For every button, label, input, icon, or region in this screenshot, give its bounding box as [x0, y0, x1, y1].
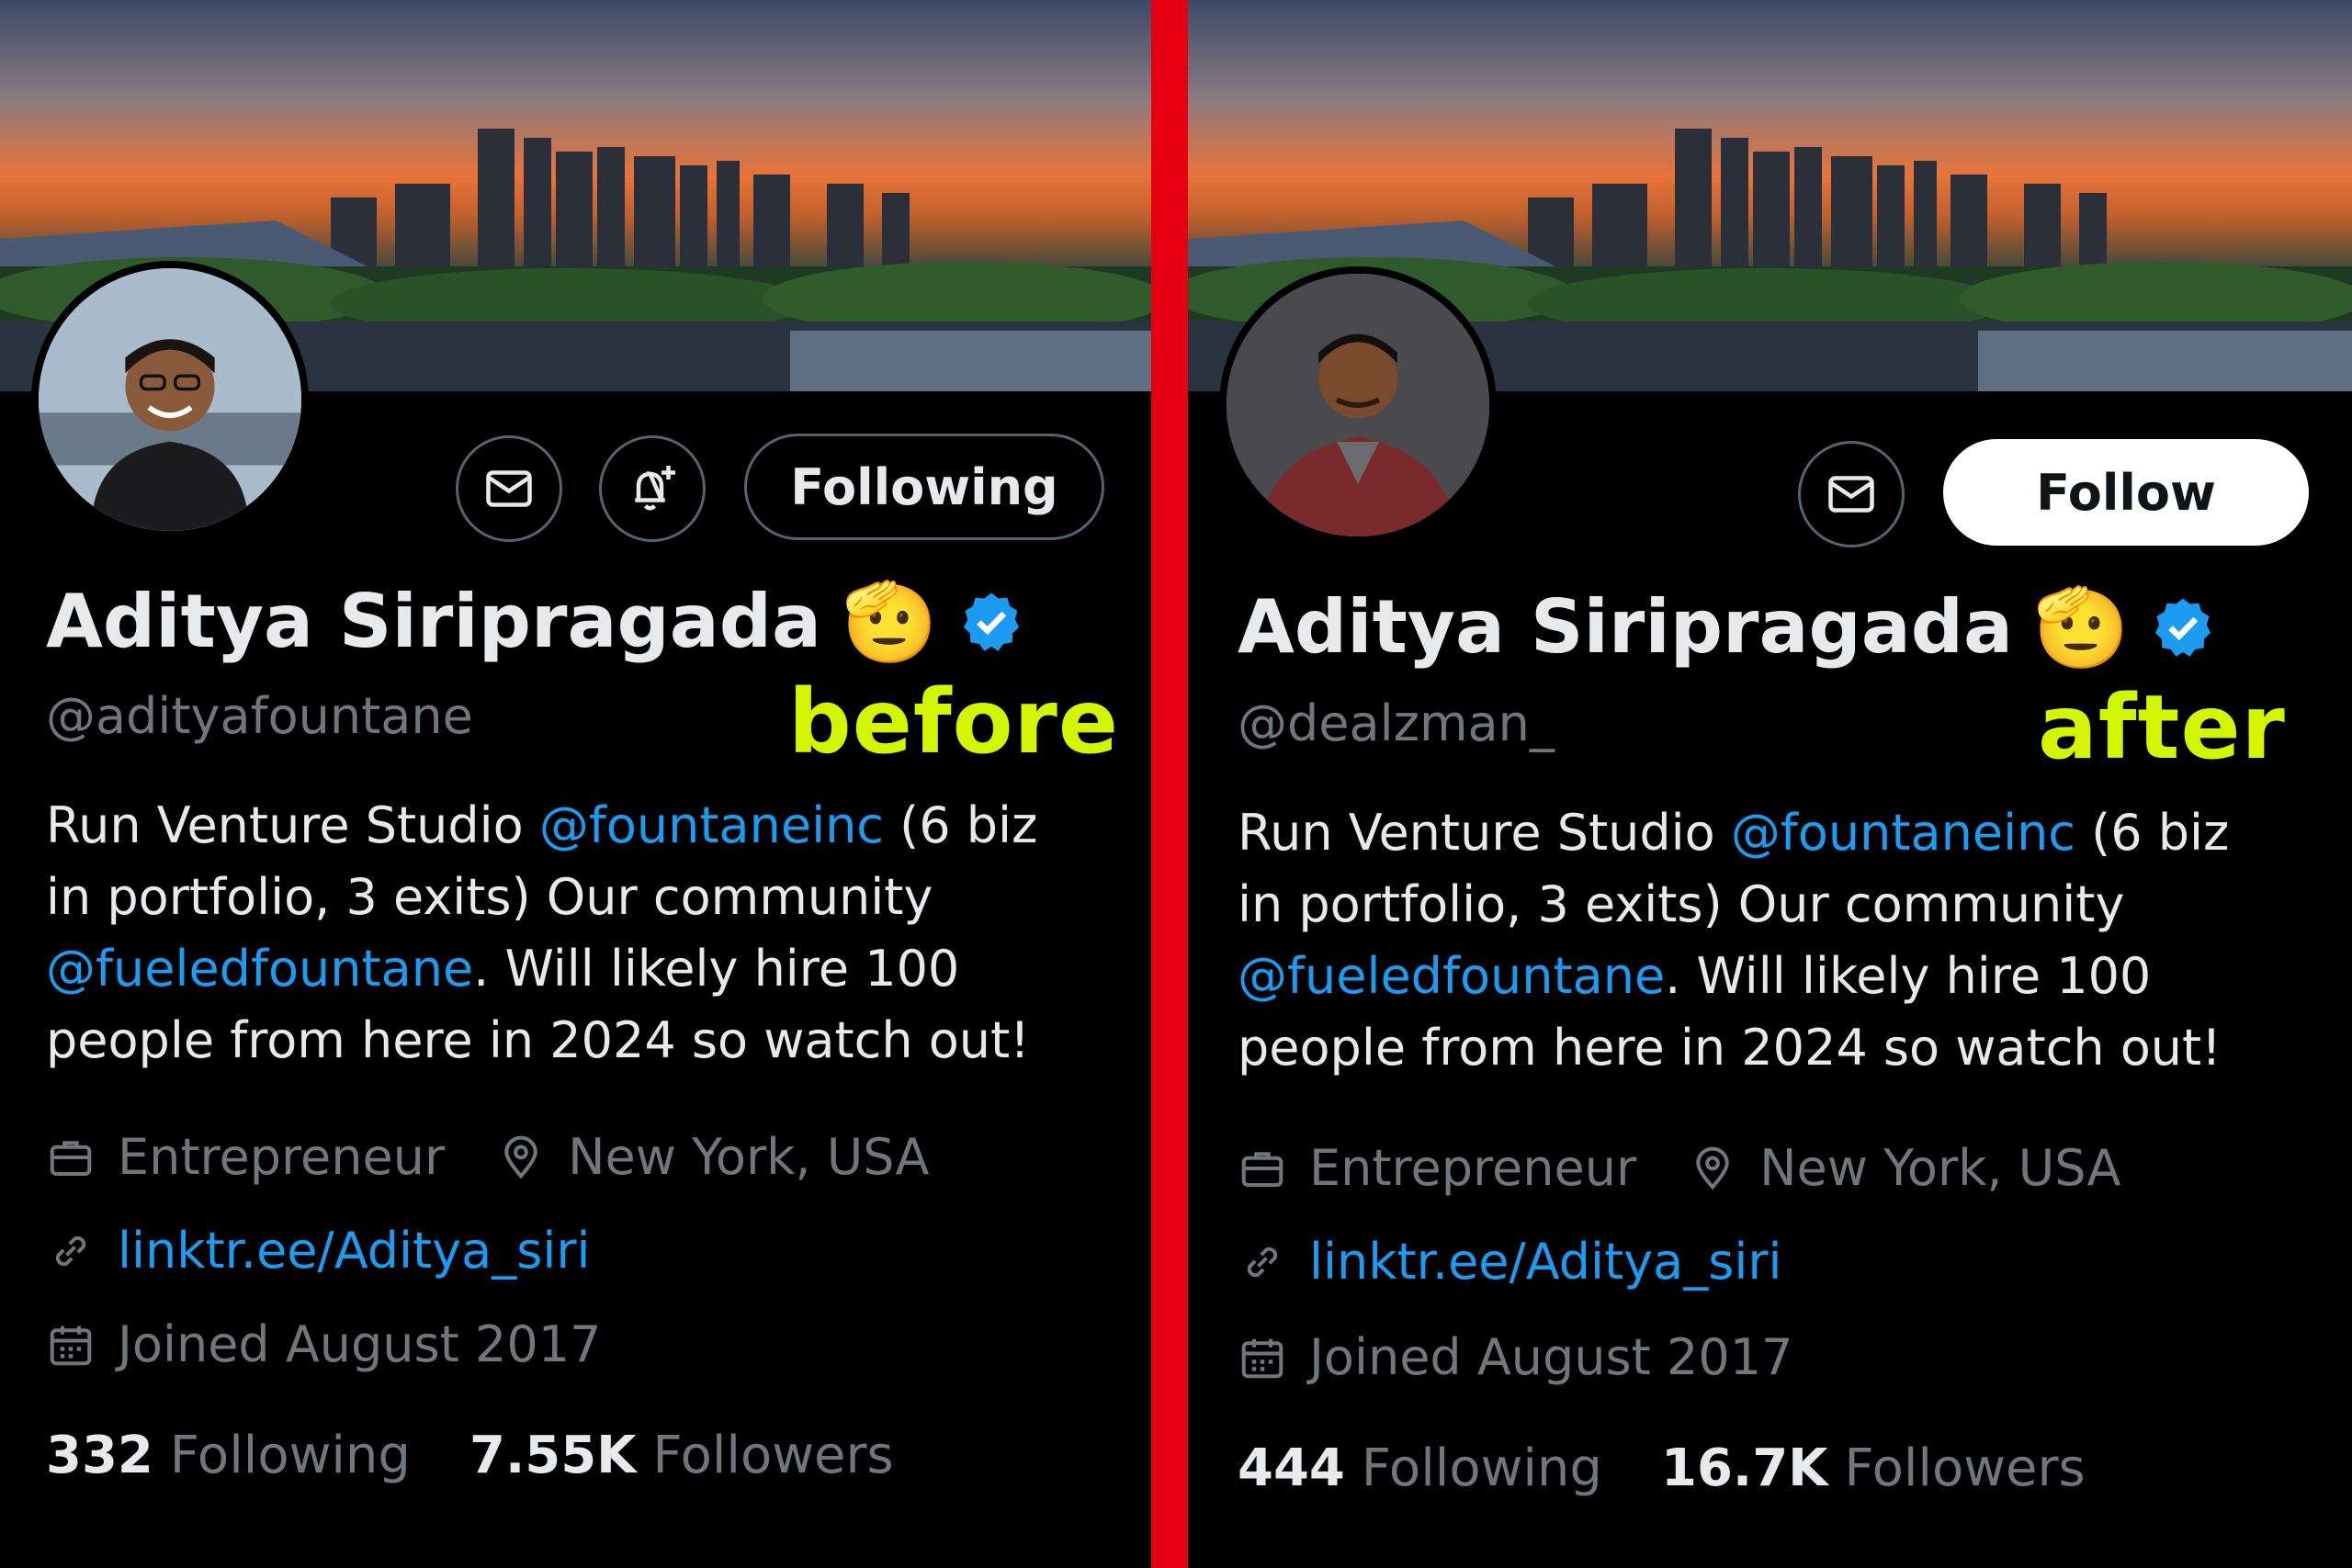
- before-label: before: [788, 671, 1119, 773]
- mention-link[interactable]: @fueledfountane: [46, 940, 473, 998]
- briefcase-icon: [50, 1140, 92, 1176]
- location: New York, USA: [568, 1128, 930, 1186]
- location-pin-icon: [1696, 1146, 1729, 1190]
- display-name-text: Aditya Siripragada: [46, 579, 821, 664]
- salute-emoji: 🫡: [2032, 581, 2130, 672]
- follow-stats: 332 Following 7.55K Followers: [46, 1426, 894, 1485]
- follow-button[interactable]: Follow: [1943, 439, 2309, 546]
- following-stat[interactable]: 332 Following: [46, 1426, 411, 1485]
- notify-button[interactable]: [599, 435, 706, 542]
- calendar-icon: [50, 1325, 92, 1365]
- website-row: linktr.ee/Aditya_siri: [46, 1222, 591, 1280]
- joined-row: Joined August 2017: [1238, 1328, 1792, 1386]
- display-name: Aditya Siripragada 🫡: [46, 579, 1024, 664]
- followers-stat[interactable]: 16.7K Followers: [1661, 1438, 2086, 1498]
- verified-badge-icon: [2150, 594, 2216, 660]
- handle: @adityafountane: [46, 687, 473, 745]
- website-link[interactable]: linktr.ee/Aditya_siri: [118, 1222, 591, 1280]
- mail-icon: [1828, 476, 1874, 513]
- briefcase-icon: [1241, 1151, 1283, 1187]
- bell-plus-icon: [635, 466, 675, 511]
- location-pin-icon: [504, 1135, 537, 1179]
- avatar[interactable]: [31, 261, 309, 538]
- website-row: linktr.ee/Aditya_siri: [1238, 1233, 1782, 1291]
- bio: Run Venture Studio @fountaneinc (6 biz i…: [1238, 804, 2230, 1077]
- follow-stats: 444 Following 16.7K Followers: [1238, 1438, 2086, 1498]
- location: New York, USA: [1759, 1139, 2121, 1197]
- profile-panel-after: Follow Aditya Siripragada 🫡 @dealzman_ a…: [1188, 0, 2352, 1568]
- profile-panel-before: Following Aditya Siripragada 🫡 @adityafo…: [0, 0, 1151, 1568]
- link-icon: [1247, 1247, 1278, 1277]
- mention-link[interactable]: @fountaneinc: [539, 796, 884, 854]
- profile-meta-row: Entrepreneur New York, USA: [1238, 1139, 2121, 1197]
- after-label: after: [2038, 676, 2286, 779]
- following-stat[interactable]: 444 Following: [1238, 1438, 1602, 1498]
- joined-date: Joined August 2017: [118, 1315, 602, 1373]
- profession: Entrepreneur: [118, 1128, 446, 1186]
- display-name: Aditya Siripragada 🫡: [1238, 584, 2216, 670]
- following-button[interactable]: Following: [744, 434, 1104, 540]
- profile-meta-row: Entrepreneur New York, USA: [46, 1128, 930, 1186]
- mention-link[interactable]: @fountaneinc: [1731, 804, 2075, 862]
- joined-date: Joined August 2017: [1309, 1328, 1793, 1386]
- joined-row: Joined August 2017: [46, 1315, 601, 1373]
- website-link[interactable]: linktr.ee/Aditya_siri: [1309, 1233, 1782, 1291]
- profession: Entrepreneur: [1309, 1139, 1637, 1197]
- followers-stat[interactable]: 7.55K Followers: [469, 1426, 894, 1485]
- bio: Run Venture Studio @fountaneinc (6 biz i…: [46, 796, 1038, 1069]
- display-name-text: Aditya Siripragada: [1238, 584, 2013, 670]
- verified-badge-icon: [958, 589, 1024, 655]
- salute-emoji: 🫡: [841, 576, 938, 667]
- mention-link[interactable]: @fueledfountane: [1238, 947, 1665, 1005]
- link-icon: [55, 1235, 86, 1266]
- message-button[interactable]: [456, 435, 562, 542]
- panel-divider: [1151, 0, 1188, 1568]
- mail-icon: [486, 470, 532, 507]
- calendar-icon: [1241, 1338, 1283, 1378]
- avatar[interactable]: [1219, 266, 1497, 544]
- message-button[interactable]: [1798, 441, 1905, 547]
- handle: @dealzman_: [1238, 694, 1555, 752]
